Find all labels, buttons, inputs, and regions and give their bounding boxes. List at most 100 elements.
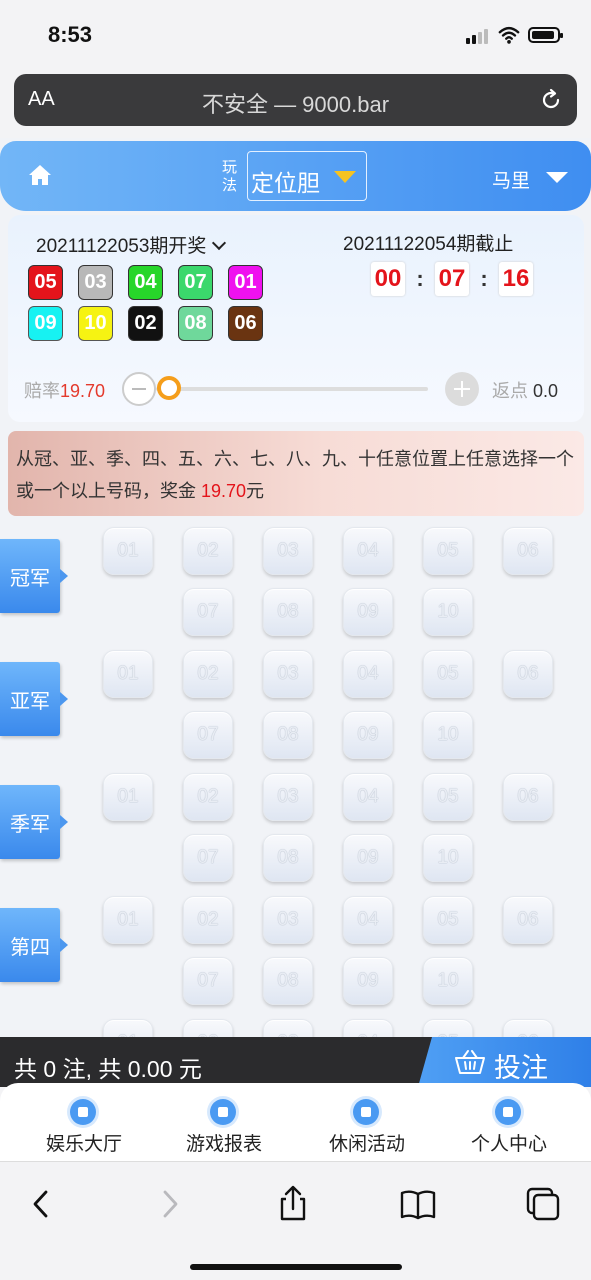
number-button[interactable]: 05 (423, 773, 473, 821)
result-balls: 05 03 04 07 01 09 10 02 08 06 (28, 265, 278, 341)
countdown-timer: 00 : 07 : 16 (371, 262, 533, 296)
odds-label: 赔率 (24, 381, 60, 401)
number-button[interactable]: 02 (183, 527, 233, 575)
rule-description: 从冠、亚、季、四、五、六、七、八、九、十任意位置上任意选择一个或一个以上号码，奖… (8, 431, 584, 516)
number-button[interactable]: 05 (423, 896, 473, 944)
battery-icon (528, 27, 563, 43)
position-label[interactable]: 冠军 (0, 539, 68, 613)
countdown-hours: 00 (371, 262, 405, 296)
tab-label: 休闲活动 (328, 1134, 405, 1155)
rebate-label: 返点 (492, 381, 528, 401)
number-button[interactable]: 04 (343, 773, 393, 821)
bottom-tab-bar: 娱乐大厅 游戏报表 休闲活动 个人中心 (0, 1083, 591, 1161)
region-select[interactable]: 马里 (492, 166, 530, 193)
number-button[interactable]: 01 (103, 650, 153, 698)
bet-bar: 共 0 注, 共 0.00 元 投注 (0, 1037, 591, 1087)
number-button[interactable]: 03 (263, 896, 313, 944)
countdown-seconds: 16 (499, 262, 533, 296)
number-button[interactable]: 08 (263, 711, 313, 759)
submit-bet-label: 投注 (494, 1053, 548, 1083)
tab-profile[interactable]: 个人中心 (436, 1083, 582, 1161)
address-bar[interactable]: AA 不安全 — 9000.bar (14, 74, 577, 126)
number-button[interactable]: 02 (183, 650, 233, 698)
result-ball: 04 (128, 265, 163, 300)
bookmarks-icon[interactable] (398, 1184, 438, 1224)
tab-label: 娱乐大厅 (45, 1134, 122, 1155)
rebate-display: 返点 0.0 (492, 377, 558, 403)
cellular-signal-icon (466, 28, 488, 44)
draw-panel: 20211122053期开奖 05 03 04 07 01 09 10 02 08 06 2021… (8, 215, 584, 422)
number-button[interactable]: 09 (343, 711, 393, 759)
position-label[interactable]: 季军 (0, 785, 68, 859)
number-button[interactable]: 05 (423, 527, 473, 575)
forward-icon[interactable] (150, 1184, 190, 1224)
number-button[interactable]: 06 (503, 650, 553, 698)
back-icon[interactable] (22, 1184, 62, 1224)
result-ball: 01 (228, 265, 263, 300)
home-icon[interactable] (28, 164, 52, 186)
number-button[interactable]: 07 (183, 957, 233, 1005)
tab-lobby[interactable]: 娱乐大厅 (11, 1083, 157, 1161)
number-button[interactable]: 07 (183, 834, 233, 882)
number-button[interactable]: 04 (343, 527, 393, 575)
number-button[interactable]: 10 (423, 834, 473, 882)
number-button[interactable]: 06 (503, 527, 553, 575)
tab-activity[interactable]: 休闲活动 (294, 1083, 440, 1161)
home-indicator (190, 1264, 402, 1270)
number-button[interactable]: 08 (263, 957, 313, 1005)
submit-bet-button[interactable]: 投注 (418, 1037, 591, 1087)
chevron-down-icon[interactable] (546, 172, 568, 183)
number-button[interactable]: 06 (503, 896, 553, 944)
report-icon (210, 1099, 236, 1125)
odds-value: 19.70 (60, 381, 106, 401)
countdown-separator: : (480, 266, 488, 291)
number-button[interactable]: 10 (423, 588, 473, 636)
tab-label: 个人中心 (470, 1134, 547, 1155)
rebate-slider-handle[interactable] (157, 376, 181, 400)
number-button[interactable]: 06 (503, 773, 553, 821)
number-button[interactable]: 09 (343, 957, 393, 1005)
reload-icon[interactable] (539, 88, 563, 112)
result-ball: 07 (178, 265, 213, 300)
result-ball: 02 (128, 306, 163, 341)
number-button[interactable]: 02 (183, 773, 233, 821)
play-mode-select[interactable]: 定位胆 (247, 151, 367, 201)
next-issue-label: 20211122054期截止 (343, 234, 514, 255)
increase-button[interactable] (445, 372, 479, 406)
number-button[interactable]: 09 (343, 588, 393, 636)
number-button[interactable]: 04 (343, 650, 393, 698)
number-button[interactable]: 10 (423, 711, 473, 759)
play-type-label: 玩法 (222, 159, 238, 194)
number-button[interactable]: 04 (343, 896, 393, 944)
number-button[interactable]: 07 (183, 588, 233, 636)
number-button[interactable]: 05 (423, 650, 473, 698)
number-button[interactable]: 01 (103, 896, 153, 944)
result-ball: 10 (78, 306, 113, 341)
number-button[interactable]: 09 (343, 834, 393, 882)
last-issue-toggle[interactable]: 20211122053期开奖 (36, 231, 227, 258)
number-button[interactable]: 01 (103, 527, 153, 575)
number-button[interactable]: 08 (263, 588, 313, 636)
number-button[interactable]: 03 (263, 773, 313, 821)
position-label[interactable]: 第四 (0, 908, 68, 982)
rebate-value: 0.0 (533, 381, 559, 401)
share-icon[interactable] (273, 1184, 313, 1224)
url-text[interactable]: 不安全 — 9000.bar (14, 87, 577, 119)
activity-icon (353, 1099, 379, 1125)
number-button[interactable]: 08 (263, 834, 313, 882)
tabs-icon[interactable] (523, 1184, 563, 1224)
decrease-button[interactable] (122, 372, 156, 406)
number-button[interactable]: 07 (183, 711, 233, 759)
result-ball: 03 (78, 265, 113, 300)
number-button[interactable]: 10 (423, 957, 473, 1005)
number-button[interactable]: 02 (183, 896, 233, 944)
number-button[interactable]: 03 (263, 650, 313, 698)
rebate-slider-track[interactable] (156, 387, 428, 391)
position-label[interactable]: 亚军 (0, 662, 68, 736)
number-button[interactable]: 01 (103, 773, 153, 821)
rule-text-suffix: 元 (246, 481, 265, 501)
dropdown-triangle-icon (334, 171, 356, 183)
number-button[interactable]: 03 (263, 527, 313, 575)
play-mode-value: 定位胆 (251, 170, 320, 196)
tab-report[interactable]: 游戏报表 (151, 1083, 297, 1161)
